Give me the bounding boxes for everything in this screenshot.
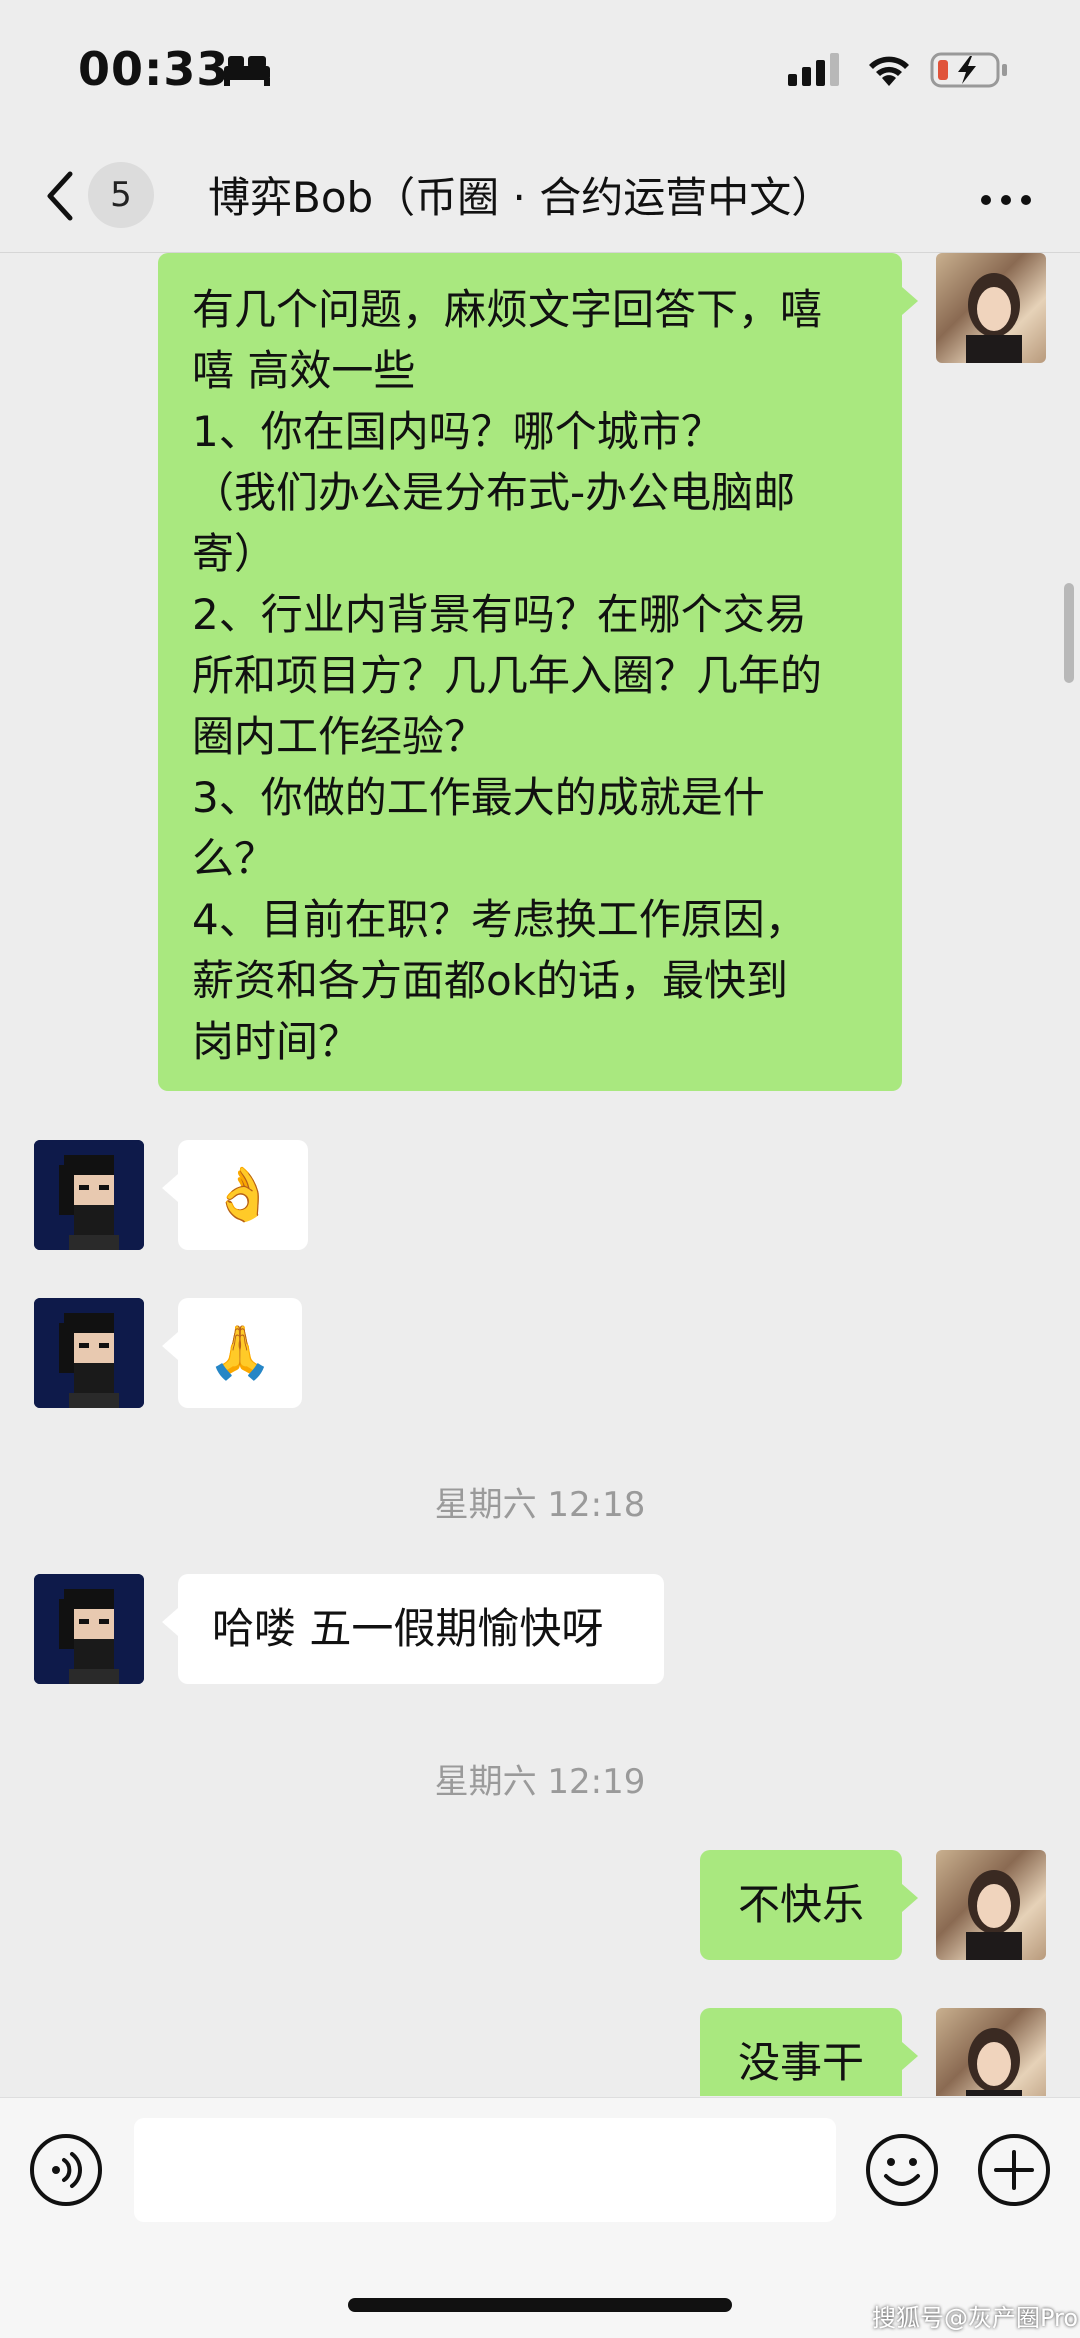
chevron-left-icon[interactable] bbox=[42, 166, 76, 226]
contact-avatar[interactable] bbox=[34, 1298, 144, 1408]
contact-avatar[interactable] bbox=[34, 1574, 144, 1684]
bubble-tail bbox=[902, 2042, 918, 2070]
my-avatar[interactable] bbox=[936, 2008, 1046, 2096]
timestamp: 星期六 12:19 bbox=[434, 1762, 646, 1802]
sleep-focus-icon bbox=[224, 56, 270, 86]
status-bar: 00:33 bbox=[0, 0, 1080, 140]
message-bubble-outgoing[interactable]: 不快乐 bbox=[700, 1850, 902, 1960]
contact-avatar[interactable] bbox=[34, 1140, 144, 1250]
message-bubble-outgoing[interactable]: 有几个问题，麻烦文字回答下，嘻 嘻 高效一些 1、你在国内吗？哪个城市？ （我们… bbox=[158, 253, 902, 1091]
message-bubble-incoming[interactable]: 哈喽 五一假期愉快呀 bbox=[178, 1574, 664, 1684]
pixel-avatar-icon bbox=[34, 1140, 144, 1250]
input-bar: 搜狐号@灰产圈Pro bbox=[0, 2097, 1080, 2338]
message-text: 有几个问题，麻烦文字回答下，嘻 嘻 高效一些 1、你在国内吗？哪个城市？ （我们… bbox=[192, 285, 823, 1066]
message-input[interactable] bbox=[134, 2118, 836, 2222]
chat-title: 博弈Bob（币圈 · 合约运营中文） bbox=[208, 173, 834, 222]
watermark: 搜狐号@灰产圈Pro bbox=[872, 2304, 1079, 2332]
message-text: 哈喽 五一假期愉快呀 bbox=[212, 1604, 604, 1653]
bubble-tail bbox=[902, 1884, 918, 1912]
chat-header: 5 博弈Bob（币圈 · 合约运营中文） bbox=[0, 140, 1080, 253]
plus-icon[interactable] bbox=[976, 2132, 1052, 2208]
cellular-signal-icon bbox=[788, 53, 839, 86]
timestamp: 星期六 12:18 bbox=[434, 1485, 646, 1525]
message-text: 不快乐 bbox=[737, 1880, 864, 1929]
more-dots-icon[interactable] bbox=[978, 192, 1034, 208]
pixel-avatar-icon bbox=[34, 1298, 144, 1408]
message-bubble-incoming[interactable]: 🙏 bbox=[178, 1298, 302, 1408]
scroll-indicator[interactable] bbox=[1064, 583, 1074, 683]
message-list[interactable]: 有几个问题，麻烦文字回答下，嘻 嘻 高效一些 1、你在国内吗？哪个城市？ （我们… bbox=[0, 253, 1080, 2096]
message-bubble-outgoing[interactable]: 没事干 bbox=[700, 2008, 902, 2096]
wifi-icon bbox=[869, 56, 909, 86]
emoji-icon[interactable] bbox=[864, 2132, 940, 2208]
status-time: 00:33 bbox=[78, 42, 230, 96]
bubble-tail bbox=[162, 1608, 178, 1636]
bubble-tail bbox=[902, 287, 918, 315]
unread-count-badge[interactable]: 5 bbox=[88, 162, 154, 228]
my-avatar[interactable] bbox=[936, 253, 1046, 363]
pixel-avatar-icon bbox=[34, 1574, 144, 1684]
home-indicator[interactable] bbox=[348, 2298, 732, 2312]
message-text: 没事干 bbox=[737, 2038, 864, 2087]
battery-charging-icon bbox=[930, 52, 1007, 88]
portrait-icon bbox=[966, 1870, 1022, 1960]
bubble-tail bbox=[162, 1174, 178, 1202]
message-bubble-incoming[interactable]: 👌 bbox=[178, 1140, 308, 1250]
portrait-icon bbox=[966, 2028, 1022, 2096]
voice-icon[interactable] bbox=[28, 2132, 104, 2208]
my-avatar[interactable] bbox=[936, 1850, 1046, 1960]
portrait-icon bbox=[966, 273, 1022, 363]
folded-hands-emoji: 🙏 bbox=[207, 1323, 273, 1383]
ok-hand-emoji: 👌 bbox=[210, 1165, 276, 1225]
bubble-tail bbox=[162, 1332, 178, 1360]
